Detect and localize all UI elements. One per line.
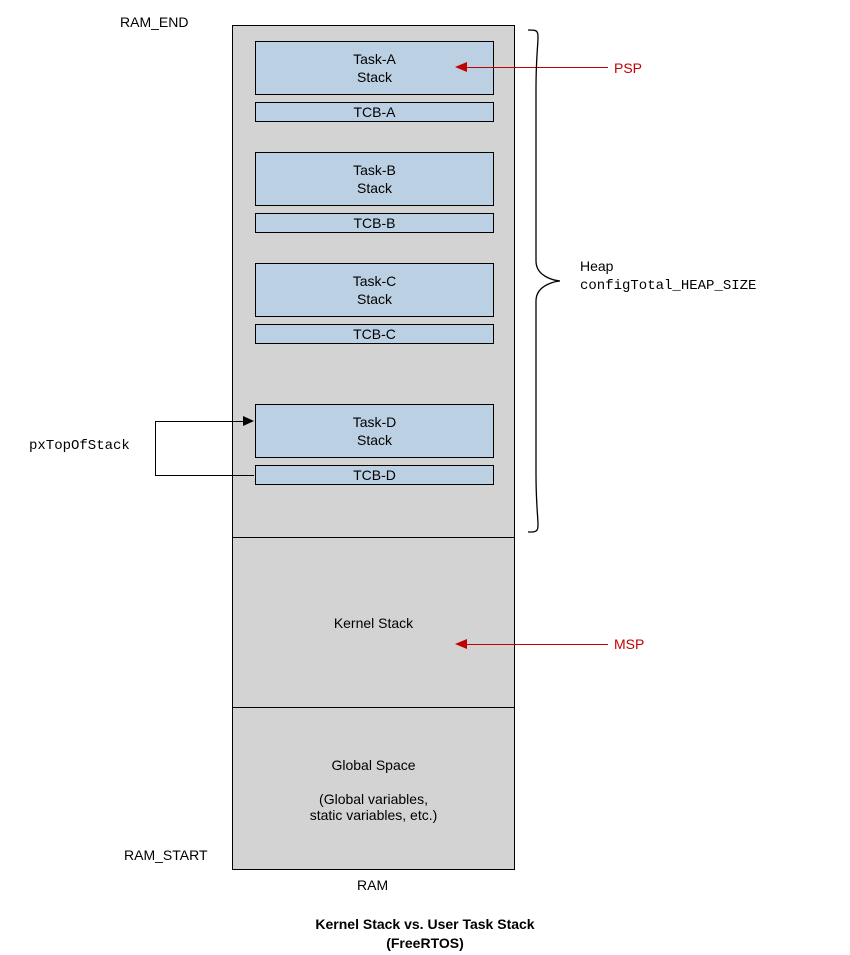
heap-brace-icon bbox=[524, 28, 564, 534]
task-b-label-1: Task-B bbox=[353, 161, 396, 179]
global-space-section: Global Space (Global variables, static v… bbox=[233, 708, 514, 871]
pxtop-connector-top bbox=[155, 421, 243, 422]
title-line-2: (FreeRTOS) bbox=[0, 934, 850, 953]
msp-label: MSP bbox=[614, 636, 644, 652]
tcb-c-block: TCB-C bbox=[255, 324, 494, 344]
ram-memory-box: Task-A Stack TCB-A Task-B Stack TCB-B Ta… bbox=[232, 25, 515, 870]
tcb-a-label: TCB-A bbox=[354, 104, 396, 120]
global-label-3: static variables, etc.) bbox=[310, 807, 438, 823]
task-c-stack-block: Task-C Stack bbox=[255, 263, 494, 317]
global-label-2: (Global variables, bbox=[319, 791, 428, 807]
msp-arrow-head-icon bbox=[455, 639, 467, 649]
tcb-a-block: TCB-A bbox=[255, 102, 494, 122]
task-c-label-2: Stack bbox=[357, 290, 392, 308]
pxtop-arrow-head-icon bbox=[243, 416, 254, 426]
ram-end-label: RAM_END bbox=[120, 14, 188, 30]
title-line-1: Kernel Stack vs. User Task Stack bbox=[0, 915, 850, 934]
ram-start-label: RAM_START bbox=[124, 847, 208, 863]
tcb-b-block: TCB-B bbox=[255, 213, 494, 233]
pxtop-label: pxTopOfStack bbox=[29, 438, 130, 454]
tcb-c-label: TCB-C bbox=[353, 326, 396, 342]
task-d-stack-block: Task-D Stack bbox=[255, 404, 494, 458]
task-d-label-2: Stack bbox=[357, 431, 392, 449]
diagram-title: Kernel Stack vs. User Task Stack (FreeRT… bbox=[0, 915, 850, 953]
task-a-label-2: Stack bbox=[357, 68, 392, 86]
heap-section: Task-A Stack TCB-A Task-B Stack TCB-B Ta… bbox=[233, 26, 514, 538]
pxtop-connector-vert bbox=[155, 421, 156, 475]
psp-arrow-head-icon bbox=[455, 62, 467, 72]
task-c-label-1: Task-C bbox=[353, 272, 397, 290]
kernel-stack-section: Kernel Stack bbox=[233, 538, 514, 708]
task-d-label-1: Task-D bbox=[353, 413, 397, 431]
heap-label-group: Heap configTotal_HEAP_SIZE bbox=[580, 256, 756, 296]
msp-arrow-line bbox=[465, 644, 608, 645]
tcb-d-block: TCB-D bbox=[255, 465, 494, 485]
psp-label: PSP bbox=[614, 60, 642, 76]
pxtop-connector-bot bbox=[155, 475, 254, 476]
tcb-b-label: TCB-B bbox=[354, 215, 396, 231]
global-label-1: Global Space bbox=[331, 757, 415, 773]
heap-label-2: configTotal_HEAP_SIZE bbox=[580, 276, 756, 296]
heap-label-1: Heap bbox=[580, 256, 756, 276]
task-b-stack-block: Task-B Stack bbox=[255, 152, 494, 206]
tcb-d-label: TCB-D bbox=[353, 467, 396, 483]
task-a-label-1: Task-A bbox=[353, 50, 396, 68]
ram-label: RAM bbox=[357, 877, 388, 893]
kernel-stack-label: Kernel Stack bbox=[334, 615, 413, 631]
task-b-label-2: Stack bbox=[357, 179, 392, 197]
